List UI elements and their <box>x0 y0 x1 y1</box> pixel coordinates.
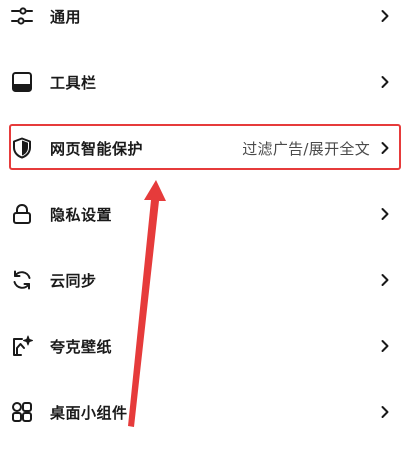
settings-item-label: 夸克壁纸 <box>50 337 113 356</box>
chevron-right-icon <box>380 141 390 155</box>
settings-item-web-protection[interactable]: 网页智能保护 过滤广告/展开全文 <box>0 115 412 181</box>
sliders-icon <box>10 4 34 28</box>
sync-icon <box>10 268 34 292</box>
wallpaper-icon <box>10 334 34 358</box>
settings-item-label: 云同步 <box>50 271 97 290</box>
settings-item-general[interactable]: 通用 <box>0 0 412 49</box>
settings-item-value: 过滤广告/展开全文 <box>242 139 370 158</box>
chevron-right-icon <box>380 273 390 287</box>
chevron-right-icon <box>380 207 390 221</box>
settings-item-label: 通用 <box>50 7 82 26</box>
settings-item-label: 桌面小组件 <box>50 403 128 422</box>
settings-item-wallpaper[interactable]: 夸克壁纸 <box>0 313 412 379</box>
widgets-icon <box>10 400 34 424</box>
settings-item-widgets[interactable]: 桌面小组件 <box>0 379 412 445</box>
chevron-right-icon <box>380 75 390 89</box>
settings-item-cloud-sync[interactable]: 云同步 <box>0 247 412 313</box>
settings-item-label: 隐私设置 <box>50 205 113 224</box>
toolbar-icon <box>10 70 34 94</box>
chevron-right-icon <box>380 9 390 23</box>
lock-icon <box>10 202 34 226</box>
settings-item-toolbar[interactable]: 工具栏 <box>0 49 412 115</box>
chevron-right-icon <box>380 405 390 419</box>
chevron-right-icon <box>380 339 390 353</box>
settings-page: 通用 工具栏 网页智能保护 过滤广告/展开全文 隐私设置 云同步 夸克壁纸 桌面… <box>0 0 412 452</box>
settings-item-privacy[interactable]: 隐私设置 <box>0 181 412 247</box>
settings-item-label: 网页智能保护 <box>50 139 144 158</box>
settings-item-label: 工具栏 <box>50 73 97 92</box>
shield-icon <box>10 136 34 160</box>
